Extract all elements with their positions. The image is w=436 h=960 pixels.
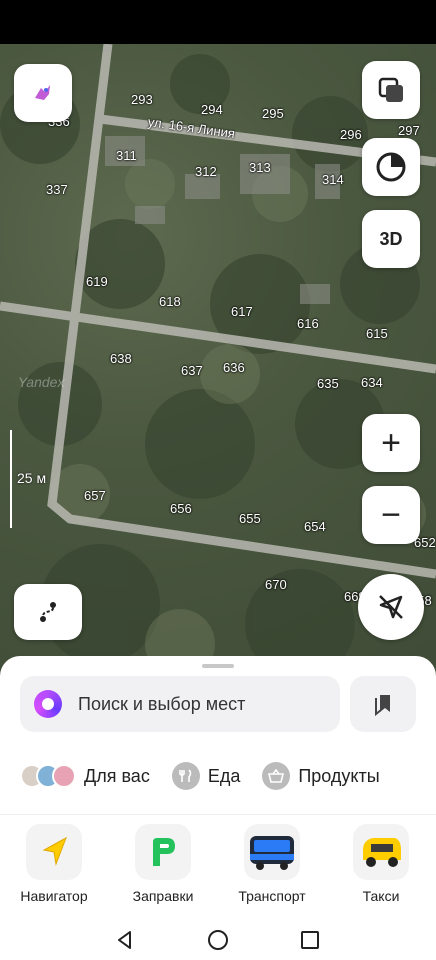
app-navigator[interactable]: Навигатор xyxy=(4,824,104,904)
plot-number: 616 xyxy=(297,316,319,331)
route-button[interactable] xyxy=(14,584,82,640)
traffic-button[interactable] xyxy=(362,138,420,196)
chip-food[interactable]: Еда xyxy=(171,762,241,790)
back-icon xyxy=(118,931,131,949)
navigator-icon xyxy=(42,836,67,866)
plot-number: 313 xyxy=(249,160,271,175)
layers-button[interactable] xyxy=(362,61,420,119)
plus-icon: + xyxy=(381,424,401,462)
scale-bar xyxy=(10,430,12,528)
bottom-sheet: Поиск и выбор мест Для вас Еда Продукты … xyxy=(0,656,436,920)
bookmark-icon xyxy=(375,695,390,716)
plot-number: 636 xyxy=(223,360,245,375)
taxi-tile xyxy=(353,824,409,880)
app-fuel[interactable]: Заправки xyxy=(113,824,213,904)
plot-number: 314 xyxy=(322,172,344,187)
location-off-icon xyxy=(379,595,403,619)
plot-number: 656 xyxy=(170,501,192,516)
plot-number: 655 xyxy=(239,511,261,526)
recents-icon xyxy=(301,931,319,949)
route-icon xyxy=(40,602,56,622)
avatar xyxy=(52,764,76,788)
plot-number: 654 xyxy=(304,519,326,534)
zoom-out-button[interactable]: − xyxy=(362,486,420,544)
chip-label: Для вас xyxy=(84,765,150,786)
chip-label: Еда xyxy=(207,765,241,786)
for-you-avatars xyxy=(20,764,76,788)
plot-number: 615 xyxy=(366,326,388,341)
fuel-icon xyxy=(153,838,175,866)
minus-icon: − xyxy=(381,496,401,534)
bookmarks-button[interactable] xyxy=(350,676,416,732)
app-transport[interactable]: Транспорт xyxy=(222,824,322,904)
cutlery-icon xyxy=(171,762,200,790)
zoom-in-button[interactable]: + xyxy=(362,414,420,472)
map-watermark: Yandex xyxy=(18,374,65,390)
app-label: Навигатор xyxy=(20,888,88,904)
home-button[interactable] xyxy=(204,926,232,954)
profile-button[interactable] xyxy=(14,64,72,122)
search-input[interactable]: Поиск и выбор мест xyxy=(20,676,340,732)
chip-label: Продукты xyxy=(298,765,380,786)
traffic-icon xyxy=(376,152,406,182)
plot-number: 297 xyxy=(398,123,420,138)
plot-number: 638 xyxy=(110,351,132,366)
app-label: Заправки xyxy=(132,888,194,904)
recents-button[interactable] xyxy=(296,926,324,954)
home-icon xyxy=(208,930,228,950)
plot-number: 337 xyxy=(46,182,68,197)
transport-tile xyxy=(244,824,300,880)
plot-number: 634 xyxy=(361,375,383,390)
plot-number: 296 xyxy=(340,127,362,142)
chip-for-you[interactable]: Для вас xyxy=(20,764,150,788)
chip-groceries[interactable]: Продукты xyxy=(262,762,380,790)
basket-icon xyxy=(262,762,291,790)
system-nav-bar xyxy=(0,920,436,960)
unicorn-icon xyxy=(35,85,50,100)
app-taxi[interactable]: Такси xyxy=(331,824,431,904)
navigator-tile xyxy=(26,824,82,880)
plot-number: 617 xyxy=(231,304,253,319)
plot-number: 635 xyxy=(317,376,339,391)
plot-number: 637 xyxy=(181,363,203,378)
plot-number: 670 xyxy=(265,577,287,592)
plot-number: 295 xyxy=(262,106,284,121)
divider xyxy=(0,814,436,815)
status-bar xyxy=(0,0,436,44)
app-label: Такси xyxy=(362,888,400,904)
3d-label: 3D xyxy=(379,228,403,249)
scale-label: 25 м xyxy=(17,470,47,486)
3d-button[interactable]: 3D xyxy=(362,210,420,268)
plot-number: 618 xyxy=(159,294,181,309)
plot-number: 293 xyxy=(131,92,153,107)
apps-row: Навигатор Заправки Транспорт Такси xyxy=(0,824,436,912)
plot-number: 311 xyxy=(116,148,137,163)
layers-icon xyxy=(378,77,403,102)
category-chips: Для вас Еда Продукты xyxy=(20,754,430,798)
fuel-tile xyxy=(135,824,191,880)
app-label: Транспорт xyxy=(238,888,306,904)
alice-icon[interactable] xyxy=(34,690,62,718)
back-button[interactable] xyxy=(111,926,139,954)
search-placeholder: Поиск и выбор мест xyxy=(78,693,246,714)
plot-number: 312 xyxy=(195,164,217,179)
satellite-map[interactable]: Yandex ул. 16-я Линия 293 294 295 296 29… xyxy=(0,44,436,684)
plot-number: 294 xyxy=(201,102,223,117)
my-location-button[interactable] xyxy=(358,574,424,640)
plot-number: 619 xyxy=(86,274,108,289)
plot-number: 657 xyxy=(84,488,106,503)
sheet-handle[interactable] xyxy=(202,664,234,668)
taxi-icon xyxy=(363,838,401,867)
bus-icon xyxy=(250,836,294,870)
